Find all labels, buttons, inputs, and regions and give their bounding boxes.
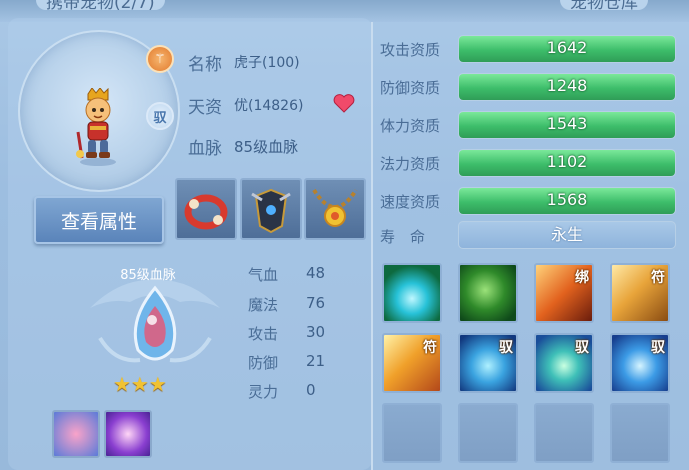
bloodline-emblem [90,279,220,363]
aptitude-label-attack: 攻击资质 [380,41,441,59]
aptitude-label-stamina: 体力资质 [380,117,441,135]
stat-label-spirit: 灵力 [248,383,279,401]
tab-pet-storage[interactable]: 宠物仓库 [560,0,648,13]
aptitude-bar-defense: 1248 [458,73,676,101]
boot-skill-icon[interactable]: 符 [610,263,670,323]
tide-shield-skill-icon[interactable]: 驭 [610,333,670,393]
lifespan-label: 寿 命 [380,228,426,246]
bloodline-label: 血脉 [188,139,222,159]
shield-skill-icon[interactable]: 驭 [534,333,594,393]
aptitude-value-attack: 1642 [546,38,588,57]
stat-label-mp: 魔法 [248,296,279,314]
skill-tag: 绑 [575,270,589,286]
skill-tag: 驭 [575,340,589,356]
bloodline-value: 85级血脉 [234,138,299,156]
panel-divider [371,22,373,470]
stat-label-hp: 气血 [248,266,279,284]
empty-skill-slot[interactable] [458,403,518,463]
ride-icon[interactable]: 驭 [146,102,174,130]
stat-value-spirit: 0 [306,381,316,399]
red-bracelet-icon[interactable] [175,178,237,240]
heart-icon[interactable] [333,93,355,113]
talisman-icon[interactable]: ⚚ [146,45,174,73]
sun-necklace-icon[interactable] [304,178,366,240]
beast-skill-icon[interactable]: 驭 [458,333,518,393]
name-value: 虎子(100) [234,55,300,71]
stat-value-mp: 76 [306,294,326,312]
aptitude-bar-speed: 1568 [458,187,676,215]
green-giant-skill-icon[interactable] [458,263,518,323]
aptitude-label-speed: 速度资质 [380,193,441,211]
aptitude-value-speed: 1568 [546,190,588,209]
aptitude-bar-attack: 1642 [458,35,676,63]
aptitude-label-magic: 法力资质 [380,155,441,173]
aptitude-value-stamina: 1543 [546,114,588,133]
stat-value-hp: 48 [306,264,326,282]
aptitude-value-defense: 1248 [546,76,588,95]
empty-skill-slot[interactable] [610,403,670,463]
talent-label: 天资 [188,98,222,118]
bind-skill-icon[interactable]: 绑 [534,263,594,323]
aptitude-label-defense: 防御资质 [380,79,441,97]
aptitude-bar-stamina: 1543 [458,111,676,139]
skill-tag: 符 [423,340,437,356]
tab-carried-pets[interactable]: 携带宠物(2/7) [36,0,165,13]
lifespan-value: 永生 [458,221,676,249]
bloodline-skill-2-icon[interactable] [104,410,152,458]
bloodline-skill-1-icon[interactable] [52,410,100,458]
dark-armor-icon[interactable] [240,178,302,240]
stat-label-defense: 防御 [248,354,279,372]
bloodline-stars: ★★★ [113,372,167,396]
monkey-pet-sprite [76,88,116,166]
skill-tag: 符 [651,270,665,286]
bloodline-title: 85级血脉 [120,268,176,283]
aptitude-value-magic: 1102 [546,152,588,171]
aptitude-bar-magic: 1102 [458,149,676,177]
skill-tag: 驭 [499,340,513,356]
water-spirit-skill-icon[interactable] [382,263,442,323]
sword-skill-icon[interactable]: 符 [382,333,442,393]
empty-skill-slot[interactable] [534,403,594,463]
view-attributes-button[interactable]: 查看属性 [34,196,164,244]
stat-value-defense: 21 [306,352,326,370]
name-label: 名称 [188,55,222,75]
skill-tag: 驭 [651,340,665,356]
talent-value: 优(14826) [234,98,304,114]
stat-value-attack: 30 [306,323,326,341]
empty-skill-slot[interactable] [382,403,442,463]
stat-label-attack: 攻击 [248,325,279,343]
